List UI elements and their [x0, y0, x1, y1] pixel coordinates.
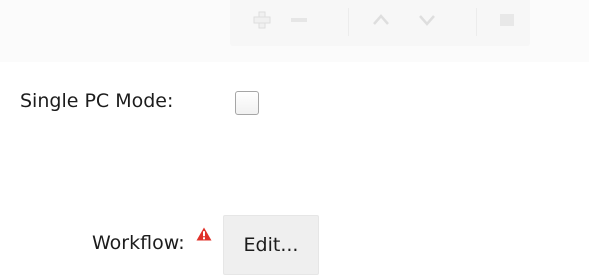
list-toolbar — [230, 0, 530, 46]
minus-icon — [291, 18, 307, 22]
add-button[interactable] — [245, 6, 279, 34]
square-icon — [500, 14, 514, 26]
chevron-down-icon — [419, 15, 435, 26]
toolbar-action-button[interactable] — [490, 6, 524, 34]
workflow-edit-button[interactable]: Edit... — [223, 215, 319, 275]
warning-icon — [196, 227, 212, 241]
chevron-up-icon — [373, 14, 389, 25]
toolbar-separator — [348, 8, 349, 36]
single-pc-mode-label: Single PC Mode: — [20, 90, 174, 112]
toolbar-separator — [476, 8, 477, 36]
workflow-label: Workflow: — [92, 232, 185, 254]
remove-button[interactable] — [282, 6, 316, 34]
single-pc-mode-checkbox[interactable] — [235, 91, 259, 115]
plus-icon — [253, 11, 271, 29]
move-down-button[interactable] — [410, 6, 444, 34]
move-up-button[interactable] — [364, 6, 398, 34]
